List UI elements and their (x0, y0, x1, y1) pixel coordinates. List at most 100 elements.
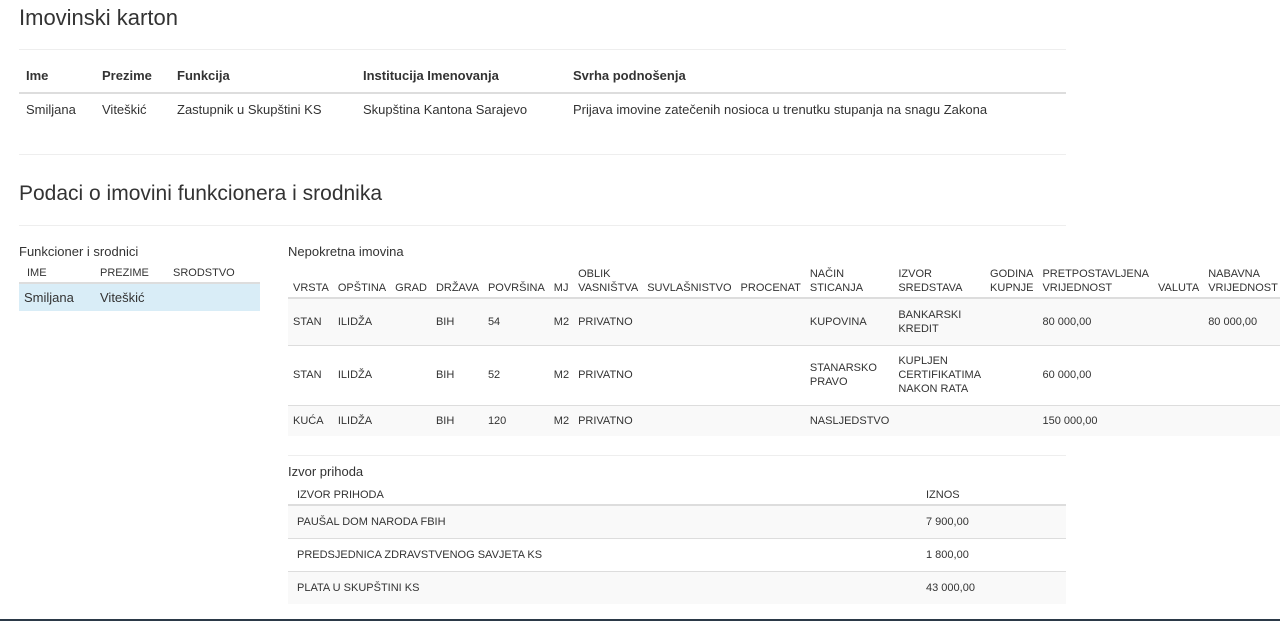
column-header: OPŠTINA (332, 263, 391, 299)
table-cell: M2 (548, 344, 574, 405)
table-header-row: IME PREZIME SRODSTVO (19, 264, 260, 284)
table-row: PREDSJEDNICA ZDRAVSTVENOG SAVJETA KS 1 80… (288, 538, 1066, 572)
page-title: Imovinski karton (19, 5, 178, 30)
cell-prezime: Viteškić (102, 102, 147, 117)
column-header-izvor: IZVOR PRIHODA (288, 486, 917, 506)
cell-izvor: PLATA U SKUPŠTINI KS (288, 571, 917, 604)
cell-iznos: 1 800,00 (917, 538, 1066, 572)
table-row: KUĆA ILIDŽA BIH 120 M2 PRIVATNO NASLJEDSTVO 150… (288, 404, 1280, 436)
column-header-institucija: Institucija Imenovanja (356, 58, 566, 94)
column-header: OBLIK VASNIŠTVA (573, 263, 643, 299)
table-cell: 52 (482, 344, 549, 405)
table-row: PLATA U SKUPŠTINI KS 43 000,00 (288, 571, 1066, 604)
cell-iznos: 43 000,00 (917, 571, 1066, 604)
cell-izvor: PAUŠAL DOM NARODA FBIH (288, 504, 917, 539)
property-title: Nepokretna imovina (288, 244, 404, 259)
table-cell: PRIVATNO (573, 404, 643, 436)
column-header: PRETPOSTAVLJENA VRIJEDNOST (1037, 263, 1154, 299)
table-header-row: IZVOR PRIHODA IZNOS (288, 486, 1066, 506)
table-header-row: VRSTA OPŠTINA GRAD DRŽAVA POVRŠINA MJ OBLIK VA… (288, 263, 1280, 299)
column-header-funkcija: Funkcija (170, 58, 356, 94)
table-cell: ILIDŽA (332, 297, 391, 345)
table-cell: NASLJEDSTVO (804, 404, 894, 436)
table-row: STAN ILIDŽA BIH 54 M2 PRIVATNO KUPOVINA BANKARS… (288, 297, 1280, 345)
column-header: POVRŠINA (482, 263, 549, 299)
table-cell (735, 297, 805, 345)
property-table: VRSTA OPŠTINA GRAD DRŽAVA POVRŠINA MJ OBLIK VA… (288, 263, 1280, 436)
table-cell: KUĆA (288, 404, 333, 436)
column-header: NABAVNA VRIJEDNOST (1203, 263, 1280, 299)
column-header-prezime: Prezime (95, 58, 170, 94)
column-header-prezime: PREZIME (92, 264, 165, 284)
column-header: GODINA KUPNJE (985, 263, 1038, 299)
column-header: VRSTA (288, 263, 333, 299)
column-header: DRŽAVA (430, 263, 483, 299)
table-cell (1153, 297, 1204, 345)
relative-row-selected[interactable]: Smiljana Viteškić (19, 283, 260, 311)
income-table: IZVOR PRIHODA IZNOS PAUŠAL DOM NARODA FB… (288, 486, 1066, 604)
official-info-table: Ime Prezime Funkcija Institucija Imenova… (19, 58, 1066, 125)
column-header: PROCENAT (735, 263, 805, 299)
table-cell (985, 404, 1038, 436)
table-cell (735, 404, 805, 436)
table-cell: KUPLJEN CERTIFIKATIMA NAKON RATA (893, 344, 986, 405)
table-cell (985, 297, 1038, 345)
table-cell: BIH (430, 297, 483, 345)
divider (288, 455, 1066, 456)
table-cell (642, 297, 736, 345)
table-cell: 54 (482, 297, 549, 345)
relatives-table: IME PREZIME SRODSTVO Smiljana Viteškić (19, 264, 260, 311)
table-cell (985, 344, 1038, 405)
section-title: Podaci o imovini funkcionera i srodnika (19, 182, 383, 205)
column-header: VALUTA (1153, 263, 1204, 299)
cell-funkcija: Zastupnik u Skupštini KS (177, 102, 322, 117)
divider (19, 225, 1066, 226)
column-header: NAČIN STICANJA (804, 263, 894, 299)
column-header-ime: IME (19, 264, 92, 284)
table-cell: PRIVATNO (573, 344, 643, 405)
table-cell: STAN (288, 297, 333, 345)
table-cell (1153, 344, 1204, 405)
table-cell: STANARSKO PRAVO (804, 344, 894, 405)
cell-iznos: 7 900,00 (917, 504, 1066, 539)
table-cell: M2 (548, 404, 574, 436)
table-cell (390, 297, 431, 345)
table-cell: M2 (548, 297, 574, 345)
column-header: MJ (548, 263, 574, 299)
column-header: IZVOR SREDSTAVA (893, 263, 986, 299)
table-cell (1203, 404, 1280, 436)
divider (19, 49, 1066, 50)
column-header-iznos: IZNOS (917, 486, 1066, 506)
cell-ime: Smiljana (26, 102, 76, 117)
table-cell: ILIDŽA (332, 344, 391, 405)
table-row: STAN ILIDŽA BIH 52 M2 PRIVATNO STANARSKO PRAVO… (288, 344, 1280, 405)
table-cell (642, 404, 736, 436)
divider (19, 154, 1066, 155)
income-title: Izvor prihoda (288, 464, 364, 479)
table-cell (390, 404, 431, 436)
table-cell (642, 344, 736, 405)
table-cell: BIH (430, 344, 483, 405)
table-row: Smiljana Viteškić Zastupnik u Skupštini … (19, 93, 1066, 125)
table-cell: BIH (430, 404, 483, 436)
cell-izvor: PREDSJEDNICA ZDRAVSTVENOG SAVJETA KS (288, 538, 917, 572)
column-header-svrha: Svrha podnošenja (566, 58, 1066, 94)
table-cell: 150 000,00 (1037, 404, 1154, 436)
table-cell (1203, 344, 1280, 405)
column-header: GRAD (390, 263, 431, 299)
table-cell: ILIDŽA (332, 404, 391, 436)
cell-ime: Smiljana (19, 283, 92, 311)
table-cell: 80 000,00 (1203, 297, 1280, 345)
table-cell (1153, 404, 1204, 436)
table-cell (390, 344, 431, 405)
cell-svrha: Prijava imovine zatečenih nosioca u tren… (573, 102, 988, 117)
table-cell: PRIVATNO (573, 297, 643, 345)
table-row: PAUŠAL DOM NARODA FBIH 7 900,00 (288, 504, 1066, 539)
table-header-row: Ime Prezime Funkcija Institucija Imenova… (19, 58, 1066, 94)
column-header: SUVLAŠNISTVO (642, 263, 736, 299)
relatives-title: Funkcioner i srodnici (19, 244, 139, 259)
table-cell (893, 404, 986, 436)
table-cell: KUPOVINA (804, 297, 894, 345)
table-cell: 80 000,00 (1037, 297, 1154, 345)
table-cell: STAN (288, 344, 333, 405)
